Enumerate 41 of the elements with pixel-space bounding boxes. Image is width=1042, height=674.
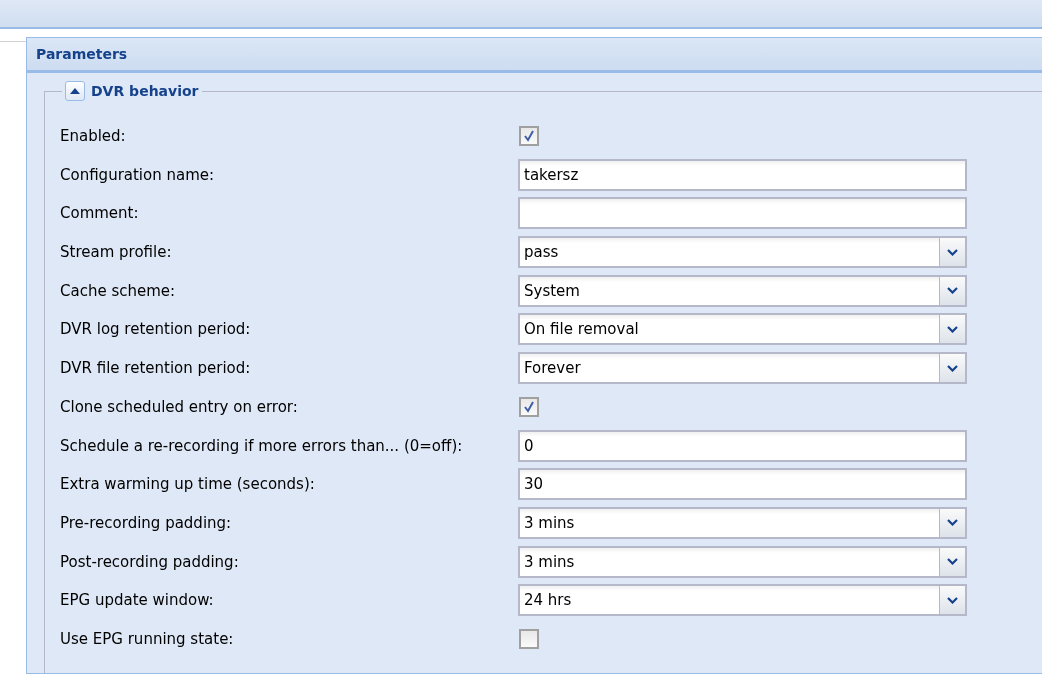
field-label: Enabled: (60, 127, 127, 145)
dropdown-field[interactable]: 24 hrs (518, 584, 967, 617)
collapse-button[interactable] (65, 81, 85, 101)
field-label: Schedule a re-recording if more errors than... (0=off): (60, 436, 464, 455)
dropdown-field[interactable]: Forever (518, 352, 967, 385)
field-label: Comment: (60, 204, 140, 223)
text-field[interactable]: 30 (518, 468, 967, 501)
triangle-up-icon (70, 88, 80, 94)
dropdown-field[interactable]: System (518, 274, 967, 307)
field-label: Configuration name: (60, 165, 216, 184)
field-label: DVR file retention period: (60, 359, 252, 378)
chevron-down-icon (947, 519, 958, 527)
field-label: Clone scheduled entry on error: (60, 397, 299, 416)
field-label: EPG update window: (60, 591, 215, 610)
chevron-down-icon (947, 364, 958, 372)
checkbox[interactable] (519, 628, 539, 649)
checkmark-icon (523, 400, 535, 413)
chevron-down-icon (947, 596, 958, 604)
field-label: Use EPG running state: (60, 629, 235, 648)
dropdown-field[interactable]: On file removal (518, 313, 967, 346)
dropdown-field[interactable]: 3 mins (518, 506, 967, 539)
checkbox[interactable] (519, 126, 539, 146)
field-label: Stream profile: (60, 243, 173, 262)
field-label: Extra warming up time (seconds): (60, 475, 316, 494)
chevron-down-icon (947, 287, 958, 295)
field-label: Post-recording padding: (60, 552, 240, 571)
chevron-down-icon (947, 248, 958, 256)
dropdown-field[interactable]: pass (518, 236, 967, 269)
field-label: Cache scheme: (60, 281, 177, 300)
field-label: Pre-recording padding: (60, 513, 233, 532)
checkbox[interactable] (519, 396, 539, 417)
section-title: DVR behavior (91, 83, 199, 99)
field-label: DVR log retention period: (60, 320, 252, 339)
text-field[interactable]: takersz (518, 158, 967, 191)
text-field[interactable] (518, 197, 967, 230)
checkmark-icon (523, 130, 535, 142)
chevron-down-icon (947, 558, 958, 566)
chevron-down-icon (947, 325, 958, 333)
panel-title: Parameters (27, 38, 1042, 73)
dropdown-field[interactable]: 3 mins (518, 545, 967, 578)
text-field[interactable]: 0 (518, 429, 967, 462)
